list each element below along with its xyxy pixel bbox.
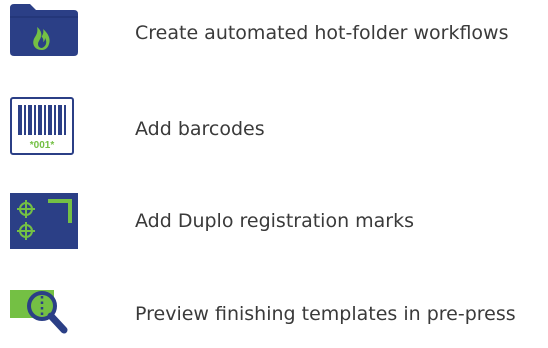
feature-label: Create automated hot-folder workflows — [135, 22, 509, 44]
feature-label: Add Duplo registration marks — [135, 210, 415, 232]
magnifier-preview-icon — [8, 280, 80, 340]
feature-label: Add barcodes — [135, 118, 265, 140]
feature-item-registration-marks: Add Duplo registration marks — [0, 188, 548, 258]
hot-folder-flame-icon — [8, 2, 80, 62]
barcode-icon: *001* — [8, 95, 80, 155]
feature-item-preview: Preview finishing templates in pre-press — [0, 278, 548, 348]
barcode-text: *001* — [30, 140, 55, 151]
feature-label: Preview finishing templates in pre-press — [135, 303, 516, 325]
feature-item-hot-folder: Create automated hot-folder workflows — [0, 0, 548, 70]
feature-item-barcodes: *001* Add barcodes — [0, 95, 548, 165]
registration-marks-icon — [8, 191, 80, 251]
